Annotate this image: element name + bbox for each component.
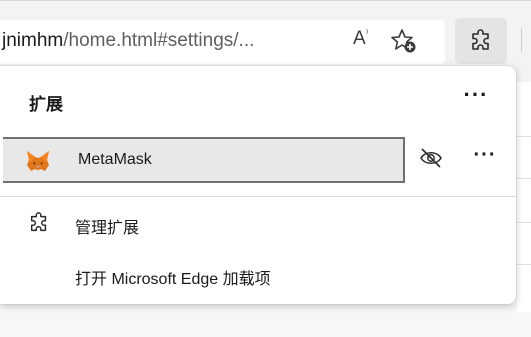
open-edge-addons-label: 打开 Microsoft Edge 加载项 [75, 271, 271, 288]
window-edge [0, 0, 531, 1]
extensions-button[interactable] [455, 18, 507, 64]
open-edge-addons-item[interactable]: 打开 Microsoft Edge 加载项 [0, 254, 516, 298]
page-line [517, 136, 531, 137]
url-text[interactable]: jnimhm/home.html#settings/... [2, 30, 254, 52]
panel-title: 扩展 [29, 95, 63, 114]
extension-item-metamask[interactable]: MetaMask [3, 137, 405, 183]
fox-icon [27, 151, 49, 171]
url-host: jnimhm [2, 30, 64, 51]
manage-extensions-item[interactable]: 管理扩展 [0, 202, 516, 246]
star-add-icon[interactable] [389, 26, 419, 56]
puzzle-icon [472, 29, 489, 50]
url-path: /home.html#settings/... [63, 30, 255, 51]
toolbar-separator [521, 28, 522, 52]
page-line [517, 178, 531, 179]
puzzle-icon [30, 212, 47, 232]
divider [0, 196, 516, 197]
extension-name: MetaMask [78, 151, 152, 168]
manage-extensions-label: 管理扩展 [75, 220, 140, 237]
panel-more-button[interactable]: ··· [456, 83, 496, 113]
page-line [517, 264, 531, 265]
eye-off-icon[interactable] [419, 147, 443, 169]
extension-more-button[interactable]: ··· [470, 145, 500, 170]
page-background [517, 82, 531, 312]
extensions-panel: 扩展 ··· MetaMask ··· 管理扩展 打开 Microsoft Ed… [0, 66, 516, 304]
page-line [517, 222, 531, 223]
read-aloud-icon[interactable]: A⁾ [353, 28, 368, 50]
